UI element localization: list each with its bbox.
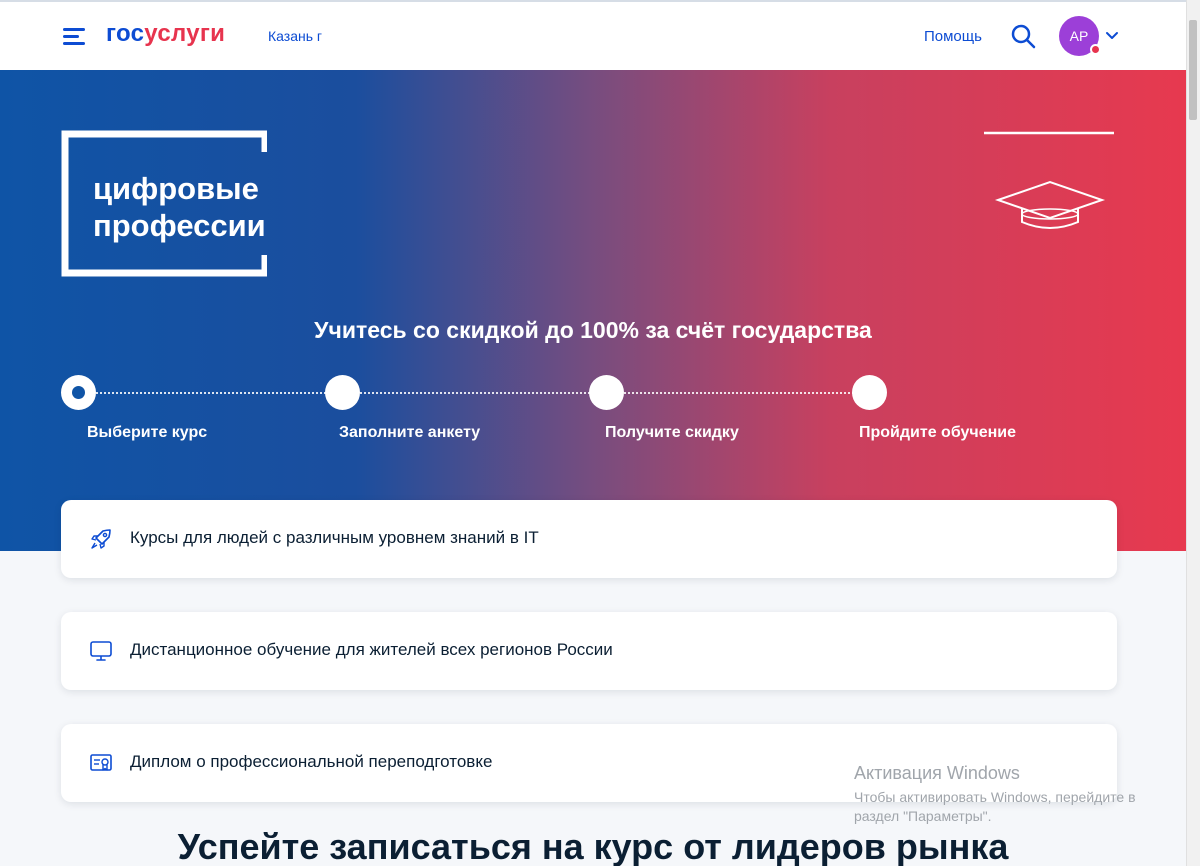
step-2-marker: [325, 375, 360, 410]
menu-icon[interactable]: [63, 28, 85, 46]
hero-title: Учитесь со скидкой до 100% за счёт госуд…: [314, 317, 872, 343]
windows-activation-text: Чтобы активировать Windows, перейдите в …: [854, 789, 1136, 824]
feature-text: Курсы для людей с различным уровнем знан…: [130, 528, 539, 547]
step-1-marker: [61, 375, 96, 410]
step-4-label: Пройдите обучение: [859, 424, 1016, 441]
step-3-label: Получите скидку: [605, 424, 739, 441]
logo-line-2: профессии: [93, 208, 266, 243]
graduation-cap-icon: [984, 131, 1114, 229]
logo-part-uslugi: услуги: [144, 20, 226, 47]
scrollbar-thumb[interactable]: [1189, 20, 1197, 120]
windows-activation-title: Активация Windows: [854, 763, 1020, 783]
monitor-icon: [90, 641, 112, 661]
digital-professions-logo-text: цифровые профессии: [93, 170, 266, 244]
step-1-label: Выберите курс: [87, 424, 208, 441]
feature-card-levels: Курсы для людей с различным уровнем знан…: [61, 500, 1117, 578]
step-4-marker: [852, 375, 887, 410]
logo-line-1: цифровые: [93, 171, 259, 206]
chevron-down-icon[interactable]: [1104, 28, 1120, 44]
logo-part-gos: гос: [106, 20, 145, 47]
steps-connector: [80, 392, 870, 394]
feature-card-remote: Дистанционное обучение для жителей всех …: [61, 612, 1117, 690]
gosuslugi-logo[interactable]: госуслуги: [106, 20, 225, 48]
help-link[interactable]: Помощь: [924, 28, 982, 45]
diploma-icon: [90, 754, 112, 771]
rocket-icon: [91, 529, 111, 549]
feature-text: Дистанционное обучение для жителей всех …: [130, 640, 613, 659]
search-icon[interactable]: [1010, 23, 1036, 49]
section-title: Успейте записаться на курс от лидеров ры…: [177, 826, 1009, 866]
step-2-label: Заполните анкету: [339, 424, 481, 441]
notification-dot: [1090, 44, 1101, 55]
feature-text: Диплом о профессиональной переподготовке: [130, 752, 493, 771]
page-scrollbar[interactable]: [1186, 0, 1200, 866]
top-header: госуслуги Казань г Помощь АР: [0, 0, 1186, 70]
city-selector[interactable]: Казань г: [268, 28, 322, 44]
step-3-marker: [589, 375, 624, 410]
